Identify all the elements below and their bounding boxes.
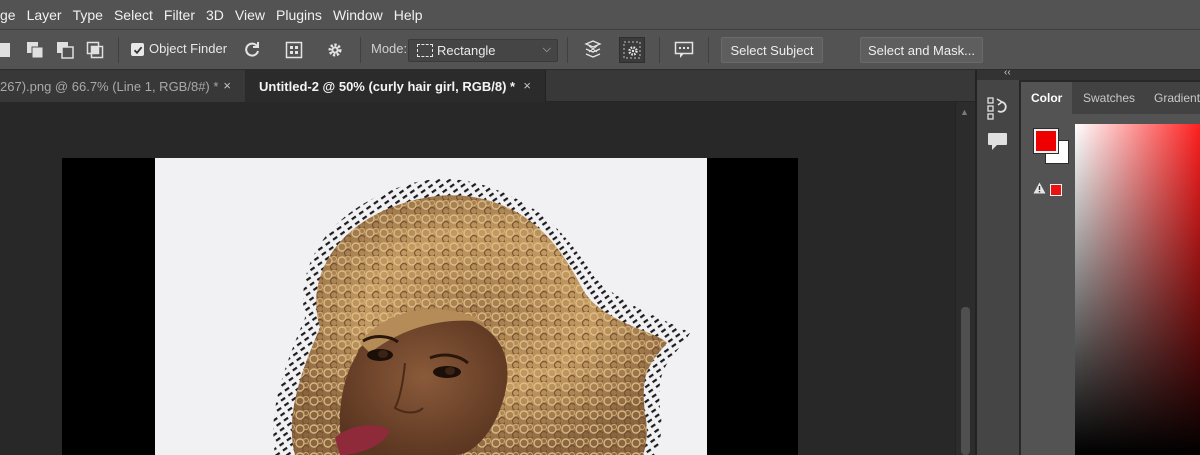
select-subject-button[interactable]: Select Subject xyxy=(721,37,823,63)
add-to-selection-icon[interactable] xyxy=(24,39,46,61)
refresh-icon[interactable] xyxy=(241,39,263,61)
dock-header: ‹‹ xyxy=(977,67,1200,80)
subtract-from-selection-icon[interactable] xyxy=(54,39,76,61)
menu-3d[interactable]: 3D xyxy=(206,7,232,23)
separator xyxy=(659,37,660,63)
photo-illustration xyxy=(273,179,690,455)
close-icon[interactable]: × xyxy=(223,78,231,93)
enhance-edge-icon[interactable] xyxy=(619,37,645,63)
history-icon[interactable] xyxy=(987,96,1009,125)
tab-gradient[interactable]: Gradient xyxy=(1144,82,1200,114)
separator xyxy=(567,37,568,63)
intersect-selection-icon[interactable] xyxy=(84,39,106,61)
color-panel: Color Swatches Gradient xyxy=(1021,82,1200,455)
tab-untitled-2[interactable]: Untitled-2 @ 50% (curly hair girl, RGB/8… xyxy=(246,70,546,102)
vertical-scrollbar[interactable]: ▲ xyxy=(955,102,975,455)
warning-triangle-icon xyxy=(1033,181,1046,199)
collapse-panels-icon[interactable]: ‹‹ xyxy=(1004,67,1011,78)
select-and-mask-button[interactable]: Select and Mask... xyxy=(860,37,983,63)
separator xyxy=(708,37,709,63)
color-picker-field[interactable] xyxy=(1075,124,1200,455)
tab-color[interactable]: Color xyxy=(1021,82,1073,114)
menu-image[interactable]: ge xyxy=(0,7,24,23)
scrollbar-thumb[interactable] xyxy=(961,307,970,455)
separator xyxy=(118,37,119,63)
menu-window[interactable]: Window xyxy=(333,7,391,23)
document-canvas[interactable] xyxy=(62,158,798,455)
mode-select[interactable]: Rectangle ⌵ xyxy=(408,39,558,62)
chevron-down-icon: ⌵ xyxy=(542,43,551,55)
menu-bar: ge Layer Type Select Filter 3D View Plug… xyxy=(0,0,1200,29)
document-tab-bar: 267).png @ 66.7% (Line 1, RGB/8#) * × Un… xyxy=(0,70,975,102)
menu-type[interactable]: Type xyxy=(73,7,111,23)
rectangle-marquee-icon xyxy=(417,44,433,57)
menu-filter[interactable]: Filter xyxy=(164,7,203,23)
tab-swatches[interactable]: Swatches xyxy=(1073,82,1145,114)
gear-icon[interactable] xyxy=(324,39,346,61)
gamut-color-swatch[interactable] xyxy=(1050,184,1062,196)
show-all-objects-icon[interactable] xyxy=(283,39,305,61)
panel-icon-strip xyxy=(977,80,1020,455)
feedback-icon[interactable] xyxy=(673,39,695,61)
menu-layer[interactable]: Layer xyxy=(27,7,70,23)
menu-plugins[interactable]: Plugins xyxy=(276,7,330,23)
tab-document-1[interactable]: 267).png @ 66.7% (Line 1, RGB/8#) * × xyxy=(0,70,246,102)
menu-view[interactable]: View xyxy=(235,7,273,23)
tab-label: Untitled-2 @ 50% (curly hair girl, RGB/8… xyxy=(259,78,516,94)
color-panel-tabs: Color Swatches Gradient xyxy=(1021,82,1200,114)
comments-icon[interactable] xyxy=(987,132,1009,157)
curly-hair-girl-photo[interactable] xyxy=(155,158,707,455)
mode-value: Rectangle xyxy=(437,43,496,58)
scroll-up-icon[interactable]: ▲ xyxy=(960,107,969,117)
object-finder-checkbox[interactable] xyxy=(131,43,144,56)
new-selection-icon[interactable] xyxy=(0,39,14,61)
foreground-color-swatch[interactable] xyxy=(1034,129,1058,153)
object-finder-label: Object Finder xyxy=(149,41,228,56)
separator xyxy=(360,37,361,63)
sample-all-layers-icon[interactable] xyxy=(582,39,604,61)
menu-help[interactable]: Help xyxy=(394,7,431,23)
mode-label: Mode: xyxy=(371,41,408,56)
canvas-workspace[interactable] xyxy=(0,102,955,455)
close-icon[interactable]: × xyxy=(523,78,531,93)
out-of-gamut-warning[interactable] xyxy=(1033,182,1069,198)
menu-select[interactable]: Select xyxy=(114,7,161,23)
options-bar: Object Finder Mode: Rectangle ⌵ Select S… xyxy=(0,29,1200,70)
tab-label: 267).png @ 66.7% (Line 1, RGB/8#) * xyxy=(0,78,219,94)
